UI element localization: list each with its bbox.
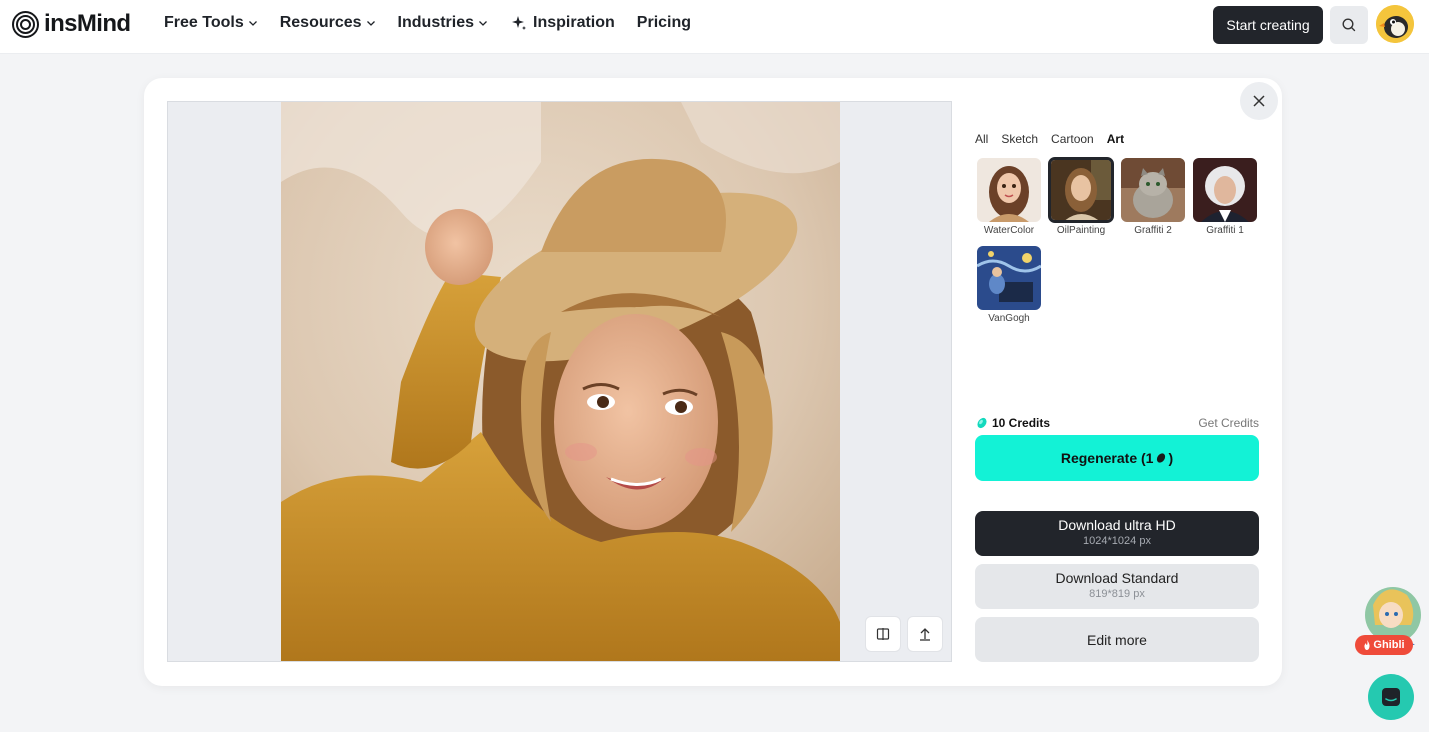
credits-balance: 10 Credits xyxy=(976,416,1050,430)
search-button[interactable] xyxy=(1330,6,1368,44)
style-category-tabs: All Sketch Cartoon Art xyxy=(975,132,1124,146)
main-nav: Free Tools Resources Industries Inspirat… xyxy=(164,0,713,46)
nav-label: Free Tools xyxy=(164,14,244,31)
logo[interactable]: insMind xyxy=(12,10,131,38)
nav-inspiration[interactable]: Inspiration xyxy=(510,14,615,32)
nav-free-tools[interactable]: Free Tools xyxy=(164,14,258,32)
tab-art[interactable]: Art xyxy=(1107,132,1124,146)
chat-icon xyxy=(1382,688,1400,706)
nav-industries[interactable]: Industries xyxy=(398,14,488,32)
ghibli-label: Ghibli xyxy=(1373,639,1405,651)
close-button[interactable] xyxy=(1240,82,1278,120)
style-vangogh[interactable]: VanGogh xyxy=(976,246,1042,324)
ghibli-promo[interactable]: Ghibli xyxy=(1355,575,1425,657)
style-label: Graffiti 1 xyxy=(1206,225,1244,236)
compare-icon xyxy=(876,628,890,640)
download-hd-size: 1024*1024 px xyxy=(1083,535,1151,547)
download-standard-title: Download Standard xyxy=(1055,570,1179,586)
style-watercolor[interactable]: WaterColor xyxy=(976,158,1042,236)
nav-label: Pricing xyxy=(636,14,692,31)
style-label: OilPainting xyxy=(1056,225,1106,236)
style-thumbnail xyxy=(1121,158,1185,222)
search-icon xyxy=(1342,18,1356,32)
upload-button[interactable] xyxy=(907,616,943,652)
upload-icon xyxy=(920,628,930,641)
style-thumbnail xyxy=(1193,158,1257,222)
tab-sketch[interactable]: Sketch xyxy=(1001,132,1038,146)
style-label: VanGogh xyxy=(988,313,1030,324)
nav-resources[interactable]: Resources xyxy=(280,14,376,32)
generated-image xyxy=(281,102,840,661)
download-hd-title: Download ultra HD xyxy=(1058,517,1176,533)
chat-support-button[interactable] xyxy=(1368,674,1414,720)
logo-text: insMind xyxy=(44,10,131,37)
user-avatar[interactable] xyxy=(1376,5,1414,43)
nav-label: Inspiration xyxy=(533,14,615,31)
close-icon xyxy=(1253,95,1265,107)
download-standard-size: 819*819 px xyxy=(1089,588,1145,600)
style-graffiti-2[interactable]: Graffiti 2 xyxy=(1120,158,1186,236)
image-preview-area xyxy=(167,101,952,662)
nav-label: Industries xyxy=(397,14,475,31)
style-oilpainting[interactable]: OilPainting xyxy=(1048,157,1114,236)
chevron-down-icon xyxy=(248,21,257,26)
style-graffiti-1[interactable]: Graffiti 1 xyxy=(1192,158,1258,236)
credits-label: 10 Credits xyxy=(992,416,1051,430)
download-standard-button[interactable]: Download Standard 819*819 px xyxy=(975,564,1259,609)
style-label: WaterColor xyxy=(983,225,1035,236)
credits-row: 10 Credits Get Credits xyxy=(976,416,1259,430)
style-thumbnail xyxy=(977,158,1041,222)
ghibli-badge: Ghibli xyxy=(1355,635,1413,655)
regenerate-label: Regenerate (1 xyxy=(1060,450,1154,466)
regenerate-suffix: ) xyxy=(1168,450,1174,466)
tab-all[interactable]: All xyxy=(975,132,988,146)
download-ultra-hd-button[interactable]: Download ultra HD 1024*1024 px xyxy=(975,511,1259,556)
get-credits-link[interactable]: Get Credits xyxy=(1198,416,1259,430)
edit-more-button[interactable]: Edit more xyxy=(975,617,1259,662)
chevron-down-icon xyxy=(479,21,487,26)
flame-icon xyxy=(1364,640,1370,650)
logo-mark-icon xyxy=(12,10,39,38)
style-label: Graffiti 2 xyxy=(1134,225,1172,236)
result-modal: All Sketch Cartoon Art WaterColor OilPai… xyxy=(144,78,1282,686)
sparkle-icon xyxy=(512,16,527,30)
top-header: insMind Free Tools Resources Industries … xyxy=(0,0,1429,54)
regenerate-button[interactable]: Regenerate (1 ) xyxy=(975,435,1259,481)
nav-pricing[interactable]: Pricing xyxy=(637,14,691,32)
style-thumbnail xyxy=(977,246,1041,310)
credit-coin-icon xyxy=(1157,453,1166,463)
chevron-down-icon xyxy=(366,21,375,26)
nav-label: Resources xyxy=(279,14,362,31)
credit-coin-icon xyxy=(977,417,987,429)
tab-cartoon[interactable]: Cartoon xyxy=(1051,132,1094,146)
start-creating-button[interactable]: Start creating xyxy=(1213,6,1323,44)
style-thumbnail xyxy=(1048,157,1114,223)
compare-button[interactable] xyxy=(865,616,901,652)
